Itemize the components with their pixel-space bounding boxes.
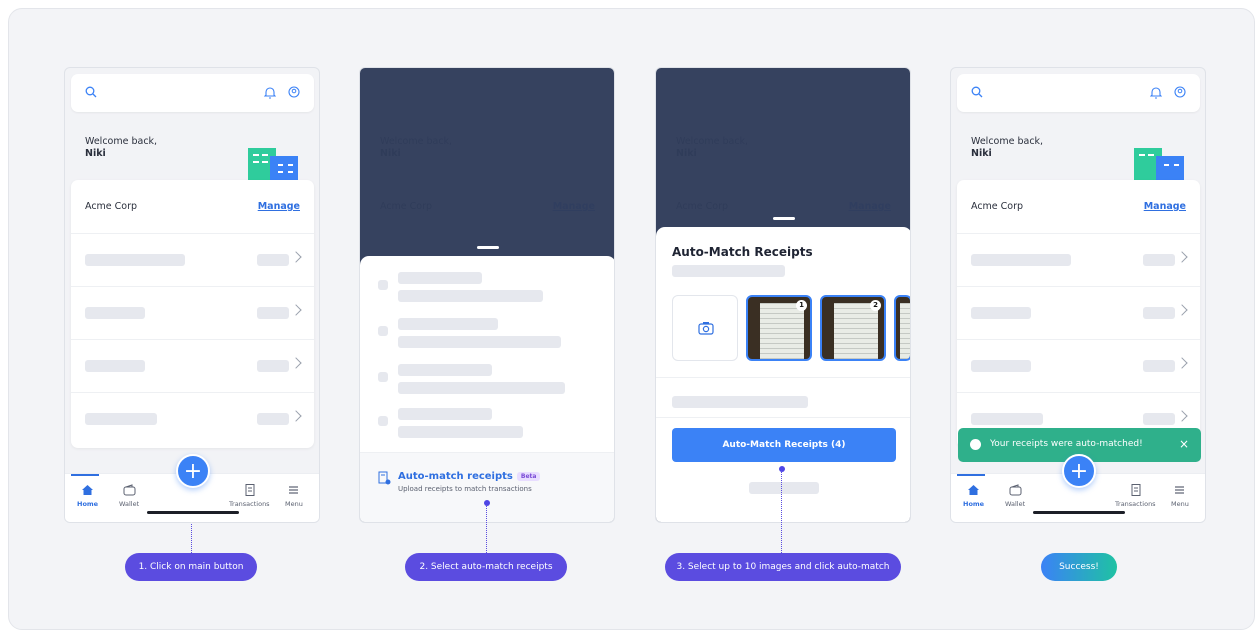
tab-home[interactable]: Home — [77, 484, 98, 508]
phone-screen-success: Welcome back, Niki Acme Corp Manage Your… — [950, 67, 1206, 523]
step-connector — [191, 524, 192, 553]
list-item[interactable] — [71, 287, 314, 340]
building-illustration — [248, 148, 298, 182]
home-icon — [968, 485, 980, 495]
home-indicator — [147, 511, 239, 514]
step-3-label: 3. Select up to 10 images and click auto… — [665, 553, 901, 581]
phone-screen-home: Welcome back, Niki Acme Corp Manage Home… — [64, 67, 320, 523]
receipt-thumbnail[interactable] — [894, 295, 910, 361]
auto-match-sheet: Auto-Match Receipts 1 2 Auto-Match Recei… — [656, 227, 910, 522]
user-name: Niki — [971, 148, 992, 159]
tab-bar: Home Wallet + Transactions Menu — [951, 454, 1205, 522]
tab-menu[interactable]: Menu — [285, 484, 303, 508]
menu-icon — [289, 486, 299, 494]
bell-icon[interactable] — [264, 86, 276, 99]
chevron-right-icon — [1176, 304, 1188, 316]
close-icon[interactable]: × — [1179, 437, 1189, 451]
camera-button[interactable] — [672, 295, 738, 361]
search-icon[interactable] — [85, 86, 97, 98]
top-bar — [957, 74, 1200, 112]
step-marker — [779, 466, 785, 472]
tab-home[interactable]: Home — [963, 484, 984, 508]
step-marker — [484, 500, 490, 506]
step-1-label: 1. Click on main button — [125, 553, 257, 581]
phone-screen-auto-match: Welcome back,Niki Acme CorpManage Auto-M… — [655, 67, 911, 523]
selection-badge: 1 — [796, 300, 807, 311]
list-item[interactable] — [71, 340, 314, 393]
main-add-button[interactable]: + — [1062, 454, 1096, 488]
manage-link[interactable]: Manage — [258, 201, 300, 212]
active-tab-indicator — [957, 474, 985, 476]
manage-link[interactable]: Manage — [1144, 201, 1186, 212]
beta-badge: Beta — [516, 471, 541, 481]
receipt-match-icon — [378, 471, 391, 485]
org-name: Acme Corp — [85, 201, 138, 212]
org-name: Acme Corp — [971, 201, 1024, 212]
welcome-text: Welcome back, Niki — [85, 136, 157, 160]
top-bar — [71, 74, 314, 112]
auto-match-title: Auto-match receipts — [398, 471, 513, 482]
chevron-right-icon — [290, 251, 302, 263]
tab-transactions[interactable]: Transactions — [1115, 484, 1156, 508]
toast-message: Your receipts were auto-matched! — [990, 439, 1143, 449]
camera-icon — [698, 322, 714, 335]
org-card: Acme Corp Manage — [957, 180, 1200, 448]
auto-match-subtitle: Upload receipts to match transactions — [398, 485, 532, 493]
chevron-right-icon — [290, 410, 302, 422]
step-4-label: Success! — [1041, 553, 1117, 581]
home-indicator — [1033, 511, 1125, 514]
phone-screen-action-sheet: Welcome back,Niki Acme CorpManage Auto-m… — [359, 67, 615, 523]
receipt-icon — [1131, 484, 1141, 496]
chevron-right-icon — [1176, 251, 1188, 263]
action-sheet: Auto-match receipts Beta Upload receipts … — [360, 256, 614, 522]
tab-wallet[interactable]: Wallet — [119, 484, 139, 508]
wallet-icon — [123, 484, 136, 496]
tab-transactions[interactable]: Transactions — [229, 484, 270, 508]
auto-match-receipts-option[interactable]: Auto-match receipts Beta Upload receipts … — [360, 452, 614, 522]
sheet-handle[interactable] — [773, 217, 795, 220]
active-tab-indicator — [71, 474, 99, 476]
auto-match-title: Auto-Match Receipts — [672, 245, 813, 259]
step-connector — [781, 472, 782, 553]
welcome-line: Welcome back, — [971, 136, 1044, 147]
chevron-right-icon — [290, 357, 302, 369]
selection-badge: 2 — [870, 300, 881, 311]
list-item[interactable] — [71, 234, 314, 287]
tab-wallet[interactable]: Wallet — [1005, 484, 1025, 508]
check-circle-icon — [970, 439, 981, 450]
wallet-icon — [1009, 484, 1022, 496]
receipt-thumbnail[interactable]: 1 — [746, 295, 812, 361]
bell-icon[interactable] — [1150, 86, 1162, 99]
tab-menu[interactable]: Menu — [1171, 484, 1189, 508]
auto-match-button[interactable]: Auto-Match Receipts (4) — [672, 428, 896, 462]
chevron-right-icon — [1176, 410, 1188, 422]
step-2-label: 2. Select auto-match receipts — [405, 553, 567, 581]
step-connector — [486, 506, 487, 553]
welcome-text: Welcome back, Niki — [971, 136, 1043, 160]
list-item[interactable] — [71, 393, 314, 446]
welcome-line: Welcome back, — [85, 136, 158, 147]
list-item[interactable] — [957, 234, 1200, 287]
chevron-right-icon — [1176, 357, 1188, 369]
account-icon[interactable] — [1174, 86, 1186, 98]
user-name: Niki — [85, 148, 106, 159]
account-icon[interactable] — [288, 86, 300, 98]
org-card: Acme Corp Manage — [71, 180, 314, 448]
chevron-right-icon — [290, 304, 302, 316]
list-item[interactable] — [957, 287, 1200, 340]
home-icon — [82, 485, 94, 495]
menu-icon — [1175, 486, 1185, 494]
receipt-icon — [245, 484, 255, 496]
search-icon[interactable] — [971, 86, 983, 98]
main-add-button[interactable]: + — [176, 454, 210, 488]
list-item[interactable] — [957, 340, 1200, 393]
receipt-thumbnail[interactable]: 2 — [820, 295, 886, 361]
tab-bar: Home Wallet + Transactions Menu — [65, 454, 319, 522]
sheet-handle[interactable] — [477, 246, 499, 249]
building-illustration — [1134, 148, 1184, 182]
